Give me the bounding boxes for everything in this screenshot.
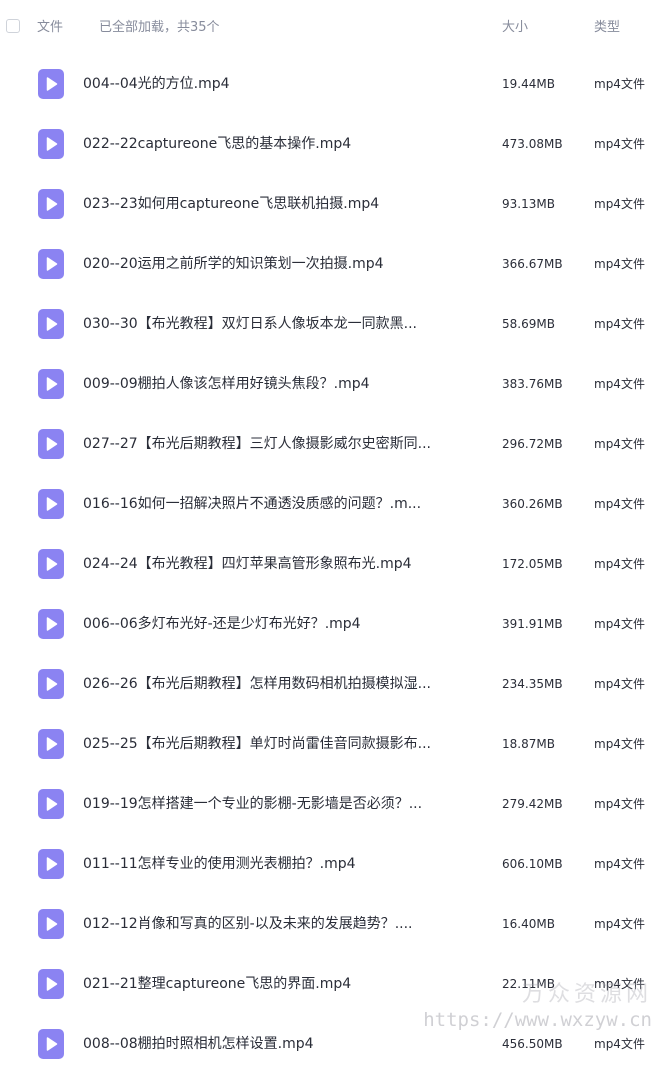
file-type: mp4文件 xyxy=(594,1037,645,1051)
file-size: 456.50MB xyxy=(502,1037,563,1051)
file-size: 93.13MB xyxy=(502,197,555,211)
file-row[interactable]: 021--21整理captureone飞思的界面.mp4 22.11MB mp4文件 xyxy=(0,954,672,1014)
file-list-header: 文件 已全部加载，共35个 大小 类型 xyxy=(0,0,672,56)
file-size: 606.10MB xyxy=(502,857,563,871)
file-row[interactable]: 030--30【布光教程】双灯日系人像坂本龙一同款黑... 58.69MB mp4文… xyxy=(0,294,672,354)
file-name[interactable]: 019--19怎样搭建一个专业的影棚-无影墙是否必须？... xyxy=(83,794,443,814)
file-row[interactable]: 023--23如何用captureone飞思联机拍摄.mp4 93.13MB mp4… xyxy=(0,174,672,234)
file-size: 383.76MB xyxy=(502,377,563,391)
file-row[interactable]: 016--16如何一招解决照片不通透没质感的问题？.m... 360.26MB mp… xyxy=(0,474,672,534)
file-type: mp4文件 xyxy=(594,617,645,631)
file-list: 004--04光的方位.mp4 19.44MB mp4文件 022--22captur… xyxy=(0,54,672,1074)
video-file-icon xyxy=(38,429,64,459)
video-file-icon xyxy=(38,849,64,879)
video-file-icon xyxy=(38,189,64,219)
video-file-icon xyxy=(38,369,64,399)
file-size: 366.67MB xyxy=(502,257,563,271)
file-name[interactable]: 025--25【布光后期教程】单灯时尚雷佳音同款摄影布... xyxy=(83,734,443,754)
file-name[interactable]: 008--08棚拍时照相机怎样设置.mp4 xyxy=(83,1034,443,1054)
file-size: 296.72MB xyxy=(502,437,563,451)
file-row[interactable]: 020--20运用之前所学的知识策划一次拍摄.mp4 366.67MB mp4文件 xyxy=(0,234,672,294)
file-type: mp4文件 xyxy=(594,437,645,451)
file-row[interactable]: 025--25【布光后期教程】单灯时尚雷佳音同款摄影布... 18.87MB mp4… xyxy=(0,714,672,774)
video-file-icon xyxy=(38,669,64,699)
video-file-icon xyxy=(38,309,64,339)
video-file-icon xyxy=(38,909,64,939)
file-size: 279.42MB xyxy=(502,797,563,811)
file-name[interactable]: 020--20运用之前所学的知识策划一次拍摄.mp4 xyxy=(83,254,443,274)
video-file-icon xyxy=(38,969,64,999)
file-type: mp4文件 xyxy=(594,137,645,151)
column-header-name[interactable]: 文件 xyxy=(37,19,63,37)
file-size: 473.08MB xyxy=(502,137,563,151)
file-row[interactable]: 024--24【布光教程】四灯苹果高管形象照布光.mp4 172.05MB mp4文… xyxy=(0,534,672,594)
file-name[interactable]: 030--30【布光教程】双灯日系人像坂本龙一同款黑... xyxy=(83,314,443,334)
file-size: 22.11MB xyxy=(502,977,555,991)
file-row[interactable]: 019--19怎样搭建一个专业的影棚-无影墙是否必须？... 279.42MB mp… xyxy=(0,774,672,834)
video-file-icon xyxy=(38,69,64,99)
file-size: 172.05MB xyxy=(502,557,563,571)
file-name[interactable]: 023--23如何用captureone飞思联机拍摄.mp4 xyxy=(83,194,443,214)
file-type: mp4文件 xyxy=(594,677,645,691)
file-type: mp4文件 xyxy=(594,977,645,991)
video-file-icon xyxy=(38,129,64,159)
file-type: mp4文件 xyxy=(594,317,645,331)
column-header-type[interactable]: 类型 xyxy=(594,19,620,37)
file-name[interactable]: 011--11怎样专业的使用测光表棚拍？.mp4 xyxy=(83,854,443,874)
file-type: mp4文件 xyxy=(594,77,645,91)
video-file-icon xyxy=(38,729,64,759)
file-type: mp4文件 xyxy=(594,197,645,211)
file-type: mp4文件 xyxy=(594,797,645,811)
file-row[interactable]: 011--11怎样专业的使用测光表棚拍？.mp4 606.10MB mp4文件 xyxy=(0,834,672,894)
file-row[interactable]: 027--27【布光后期教程】三灯人像摄影威尔史密斯同... 296.72MB mp… xyxy=(0,414,672,474)
load-status-text: 已全部加载，共35个 xyxy=(99,20,220,35)
file-size: 19.44MB xyxy=(502,77,555,91)
file-row[interactable]: 008--08棚拍时照相机怎样设置.mp4 456.50MB mp4文件 xyxy=(0,1014,672,1074)
file-size: 234.35MB xyxy=(502,677,563,691)
file-type: mp4文件 xyxy=(594,377,645,391)
video-file-icon xyxy=(38,549,64,579)
file-row[interactable]: 009--09棚拍人像该怎样用好镜头焦段？.mp4 383.76MB mp4文件 xyxy=(0,354,672,414)
column-header-size[interactable]: 大小 xyxy=(502,19,528,37)
file-name[interactable]: 021--21整理captureone飞思的界面.mp4 xyxy=(83,974,443,994)
file-name[interactable]: 022--22captureone飞思的基本操作.mp4 xyxy=(83,134,443,154)
file-name[interactable]: 024--24【布光教程】四灯苹果高管形象照布光.mp4 xyxy=(83,554,443,574)
file-row[interactable]: 006--06多灯布光好-还是少灯布光好？.mp4 391.91MB mp4文件 xyxy=(0,594,672,654)
video-file-icon xyxy=(38,249,64,279)
file-name[interactable]: 027--27【布光后期教程】三灯人像摄影威尔史密斯同... xyxy=(83,434,443,454)
file-size: 16.40MB xyxy=(502,917,555,931)
video-file-icon xyxy=(38,489,64,519)
file-type: mp4文件 xyxy=(594,497,645,511)
file-row[interactable]: 004--04光的方位.mp4 19.44MB mp4文件 xyxy=(0,54,672,114)
file-name[interactable]: 009--09棚拍人像该怎样用好镜头焦段？.mp4 xyxy=(83,374,443,394)
file-type: mp4文件 xyxy=(594,917,645,931)
video-file-icon xyxy=(38,609,64,639)
file-name[interactable]: 004--04光的方位.mp4 xyxy=(83,74,443,94)
file-name[interactable]: 006--06多灯布光好-还是少灯布光好？.mp4 xyxy=(83,614,443,634)
select-all-checkbox[interactable] xyxy=(6,19,20,33)
file-type: mp4文件 xyxy=(594,257,645,271)
file-type: mp4文件 xyxy=(594,857,645,871)
file-name[interactable]: 026--26【布光后期教程】怎样用数码相机拍摄模拟湿... xyxy=(83,674,443,694)
file-size: 360.26MB xyxy=(502,497,563,511)
file-size: 391.91MB xyxy=(502,617,563,631)
file-row[interactable]: 012--12肖像和写真的区别-以及未来的发展趋势？.... 16.40MB mp4… xyxy=(0,894,672,954)
file-size: 58.69MB xyxy=(502,317,555,331)
video-file-icon xyxy=(38,789,64,819)
file-name[interactable]: 012--12肖像和写真的区别-以及未来的发展趋势？.... xyxy=(83,914,443,934)
file-size: 18.87MB xyxy=(502,737,555,751)
file-row[interactable]: 022--22captureone飞思的基本操作.mp4 473.08MB mp4文… xyxy=(0,114,672,174)
file-type: mp4文件 xyxy=(594,557,645,571)
file-name[interactable]: 016--16如何一招解决照片不通透没质感的问题？.m... xyxy=(83,494,443,514)
video-file-icon xyxy=(38,1029,64,1059)
file-type: mp4文件 xyxy=(594,737,645,751)
file-row[interactable]: 026--26【布光后期教程】怎样用数码相机拍摄模拟湿... 234.35MB mp… xyxy=(0,654,672,714)
